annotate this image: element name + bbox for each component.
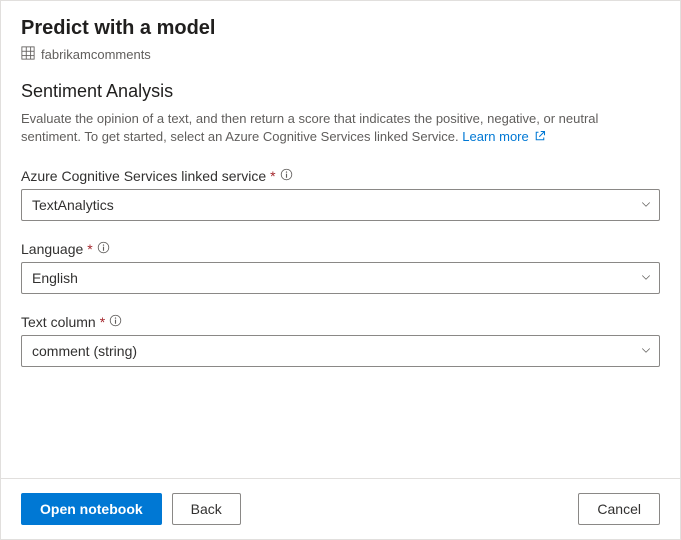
text-column-label: Text column * xyxy=(21,314,660,330)
language-label-text: Language xyxy=(21,241,83,257)
language-select[interactable]: English xyxy=(21,262,660,294)
panel-footer: Open notebook Back Cancel xyxy=(1,478,680,539)
table-icon xyxy=(21,46,35,63)
language-label: Language * xyxy=(21,241,660,257)
open-notebook-button[interactable]: Open notebook xyxy=(21,493,162,525)
text-column-label-text: Text column xyxy=(21,314,96,330)
breadcrumb-text: fabrikamcomments xyxy=(41,47,151,62)
linked-service-field: Azure Cognitive Services linked service … xyxy=(21,168,660,221)
info-icon[interactable] xyxy=(109,314,122,330)
text-column-select-wrap: comment (string) xyxy=(21,335,660,367)
external-link-icon xyxy=(532,129,546,144)
text-column-select[interactable]: comment (string) xyxy=(21,335,660,367)
required-marker: * xyxy=(100,314,105,330)
page-title: Predict with a model xyxy=(21,17,660,40)
section-title: Sentiment Analysis xyxy=(21,81,660,102)
learn-more-link[interactable]: Learn more xyxy=(462,129,546,144)
back-button[interactable]: Back xyxy=(172,493,241,525)
required-marker: * xyxy=(270,168,275,184)
language-select-wrap: English xyxy=(21,262,660,294)
predict-model-panel: Predict with a model fabrikamcomments Se… xyxy=(0,0,681,540)
cancel-button[interactable]: Cancel xyxy=(578,493,660,525)
linked-service-label: Azure Cognitive Services linked service … xyxy=(21,168,660,184)
linked-service-select[interactable]: TextAnalytics xyxy=(21,189,660,221)
panel-content: Predict with a model fabrikamcomments Se… xyxy=(1,1,680,478)
breadcrumb: fabrikamcomments xyxy=(21,46,660,63)
learn-more-text: Learn more xyxy=(462,129,528,144)
language-field: Language * English xyxy=(21,241,660,294)
info-icon[interactable] xyxy=(97,241,110,257)
info-icon[interactable] xyxy=(280,168,293,184)
text-column-field: Text column * comment (string) xyxy=(21,314,660,367)
required-marker: * xyxy=(87,241,92,257)
linked-service-label-text: Azure Cognitive Services linked service xyxy=(21,168,266,184)
linked-service-select-wrap: TextAnalytics xyxy=(21,189,660,221)
section-description: Evaluate the opinion of a text, and then… xyxy=(21,110,660,146)
